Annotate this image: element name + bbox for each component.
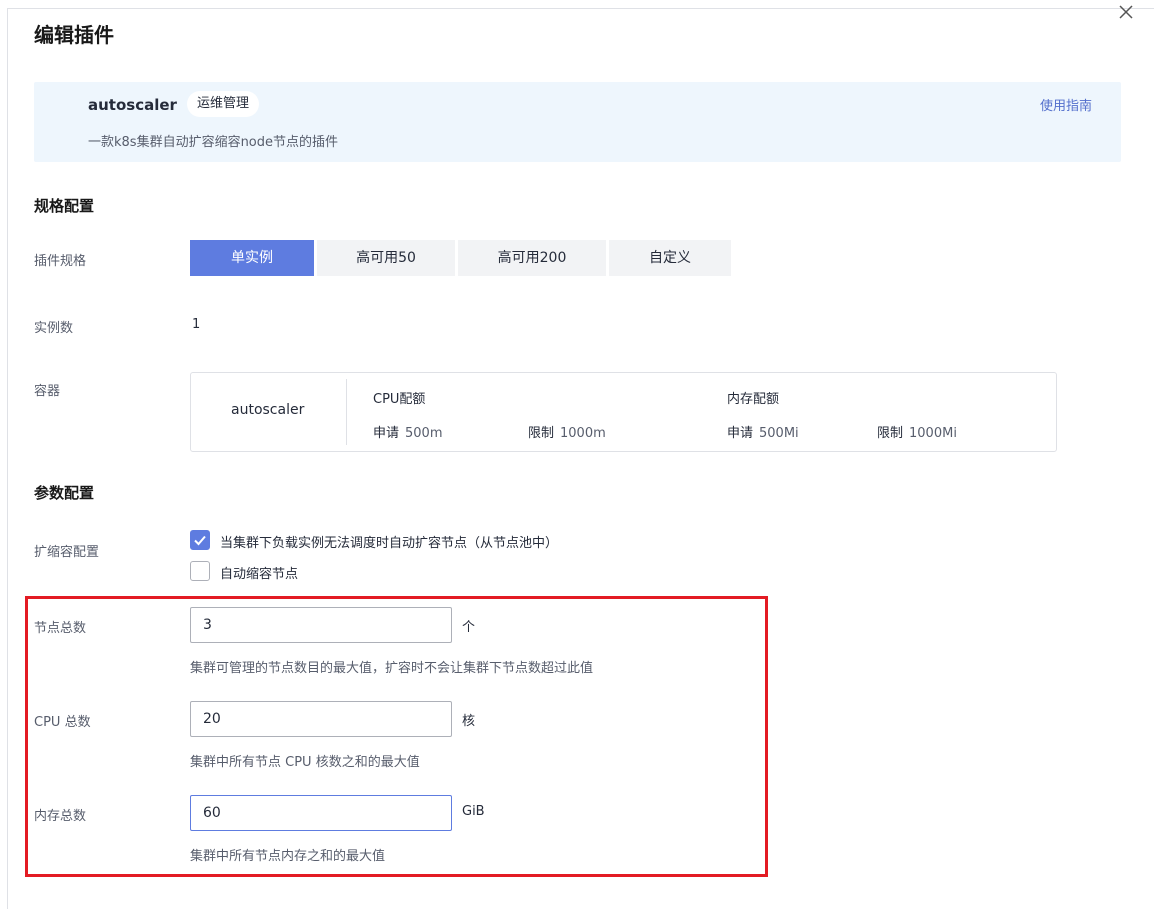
container-quota-table: autoscaler CPU配额 内存配额 申请 500m 限制 1000m 申请 5… [190, 372, 1057, 452]
memory-request: 申请 500Mi [727, 422, 799, 441]
total-memory-unit: GiB [462, 804, 485, 819]
total-memory-input[interactable] [190, 795, 452, 831]
total-nodes-label: 节点总数 [34, 621, 87, 636]
scale-config-label: 扩缩容配置 [34, 545, 100, 560]
memory-limit-label: 限制 [877, 426, 904, 441]
total-memory-label: 内存总数 [34, 809, 87, 824]
close-icon[interactable] [1116, 2, 1136, 22]
total-cpu-input[interactable] [190, 701, 452, 737]
check-icon [194, 535, 206, 546]
total-nodes-hint: 集群可管理的节点数目的最大值，扩容时不会让集群下节点数超过此值 [190, 661, 594, 676]
total-memory-hint: 集群中所有节点内存之和的最大值 [190, 849, 386, 864]
spec-option-custom[interactable]: 自定义 [609, 240, 731, 276]
total-cpu-label: CPU 总数 [34, 715, 91, 730]
auto-scale-up-checkbox[interactable] [190, 530, 210, 550]
total-cpu-unit: 核 [462, 714, 476, 729]
cpu-request: 申请 500m [373, 422, 443, 441]
auto-scale-up-label[interactable]: 当集群下负载实例无法调度时自动扩容节点（从节点池中） [220, 532, 558, 551]
container-name: autoscaler [231, 402, 305, 418]
spec-option-ha50[interactable]: 高可用50 [317, 240, 455, 276]
instances-value: 1 [192, 317, 201, 332]
instances-label: 实例数 [34, 321, 74, 336]
dialog-title: 编辑插件 [34, 23, 114, 47]
container-label: 容器 [34, 384, 61, 399]
plugin-description: 一款k8s集群自动扩容缩容node节点的插件 [88, 135, 339, 150]
plugin-info-banner: autoscaler 运维管理 一款k8s集群自动扩容缩容node节点的插件 使… [34, 82, 1121, 162]
cpu-request-label: 申请 [373, 426, 400, 441]
memory-request-label: 申请 [727, 426, 754, 441]
spec-section-title: 规格配置 [34, 197, 95, 215]
plugin-name: autoscaler [88, 96, 177, 114]
spec-option-ha200[interactable]: 高可用200 [458, 240, 606, 276]
cpu-quota-title: CPU配额 [373, 392, 426, 407]
plugin-category-tag: 运维管理 [187, 91, 260, 117]
container-divider [346, 379, 347, 445]
cpu-limit-value: 1000m [560, 426, 606, 441]
memory-limit-value: 1000Mi [909, 426, 957, 441]
memory-quota-title: 内存配额 [727, 392, 780, 407]
auto-scale-down-checkbox[interactable] [190, 561, 210, 581]
cpu-limit-label: 限制 [528, 426, 555, 441]
memory-request-value: 500Mi [759, 426, 799, 441]
spec-option-single[interactable]: 单实例 [190, 240, 314, 276]
memory-limit: 限制 1000Mi [877, 422, 957, 441]
cpu-limit: 限制 1000m [528, 422, 606, 441]
auto-scale-down-label[interactable]: 自动缩容节点 [220, 563, 298, 582]
total-cpu-hint: 集群中所有节点 CPU 核数之和的最大值 [190, 755, 420, 770]
plugin-spec-label: 插件规格 [34, 254, 87, 269]
total-nodes-input[interactable] [190, 607, 452, 643]
total-nodes-unit: 个 [462, 620, 476, 635]
usage-guide-link[interactable]: 使用指南 [1040, 95, 1092, 114]
cpu-request-value: 500m [405, 426, 443, 441]
param-section-title: 参数配置 [34, 484, 95, 502]
